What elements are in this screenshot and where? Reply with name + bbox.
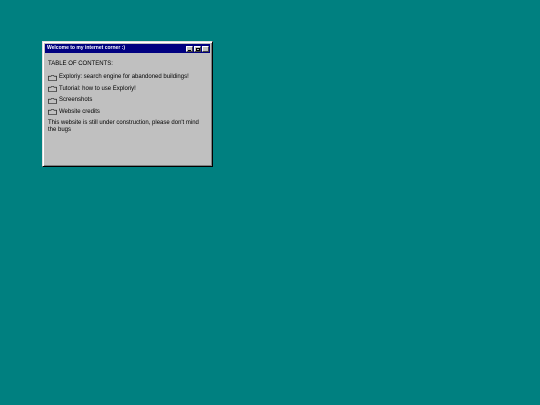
toc-item-credits[interactable]: Website credits: [48, 109, 207, 116]
folder-icon: [48, 86, 57, 92]
toc-list: Exploriy: search engine for abandoned bu…: [48, 74, 207, 116]
minimize-icon: [188, 48, 191, 51]
folder-icon: [48, 97, 57, 104]
toc-item-screenshots[interactable]: Screenshots: [48, 97, 207, 104]
close-button[interactable]: [202, 45, 209, 52]
folder-icon: [48, 109, 57, 115]
toc-item-label: Exploriy: search engine for abandoned bu…: [59, 74, 189, 80]
toc-item-label: Screenshots: [59, 97, 93, 103]
toc-item-explority[interactable]: Exploriy: search engine for abandoned bu…: [48, 74, 207, 81]
toc-item-label: Website credits: [59, 108, 100, 115]
toc-heading: TABLE OF CONTENTS:: [48, 61, 113, 67]
toc-item-label: Tutorial: how to use Exploriy!: [59, 85, 136, 92]
window-content: TABLE OF CONTENTS: Exploriy: search engi…: [48, 61, 207, 133]
window-titlebar[interactable]: Welcome to my internet corner :): [45, 44, 210, 53]
window-title: Welcome to my internet corner :): [47, 45, 125, 51]
toc-item-tutorial[interactable]: Tutorial: how to use Exploriy!: [48, 86, 207, 93]
folder-icon: [48, 74, 57, 81]
maximize-icon: [196, 47, 200, 51]
maximize-button[interactable]: [194, 45, 201, 52]
construction-notice: This website is still under construction…: [48, 120, 199, 133]
welcome-window: Welcome to my internet corner :) TABLE O…: [42, 41, 213, 167]
window-controls: [186, 45, 209, 52]
minimize-button[interactable]: [186, 45, 193, 52]
